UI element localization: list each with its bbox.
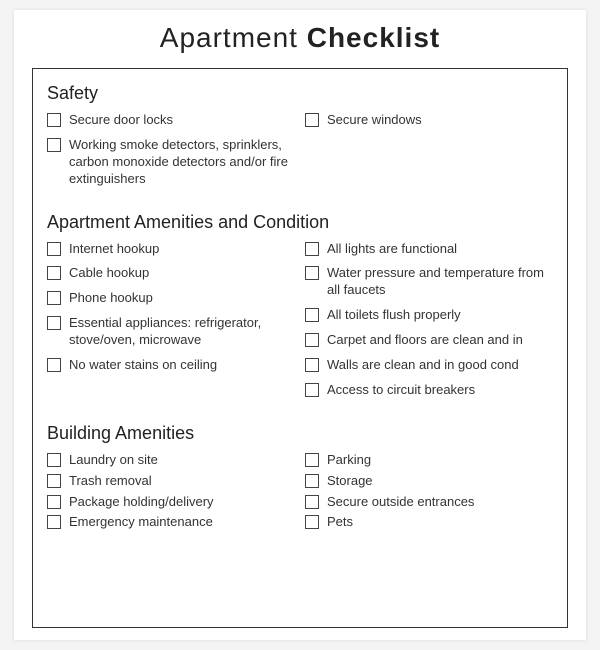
checklist-item: Water pressure and temperature from all …: [305, 265, 553, 299]
checklist-item: Pets: [305, 514, 553, 531]
checklist-item: Trash removal: [47, 473, 295, 490]
item-label: Phone hookup: [69, 290, 295, 307]
checkbox-icon[interactable]: [47, 138, 61, 152]
checkbox-icon[interactable]: [305, 515, 319, 529]
checklist-item: Phone hookup: [47, 290, 295, 307]
item-label: Laundry on site: [69, 452, 295, 469]
section-safety: Safety Secure door locks Working smoke d…: [47, 83, 553, 196]
checkbox-icon[interactable]: [47, 453, 61, 467]
checkbox-icon[interactable]: [47, 474, 61, 488]
item-label: Access to circuit breakers: [327, 382, 553, 399]
item-label: All lights are functional: [327, 241, 553, 258]
checkbox-icon[interactable]: [47, 358, 61, 372]
checklist-item: Storage: [305, 473, 553, 490]
checklist-item: Internet hookup: [47, 241, 295, 258]
checkbox-icon[interactable]: [305, 113, 319, 127]
item-label: Secure windows: [327, 112, 553, 129]
checkbox-icon[interactable]: [305, 266, 319, 280]
checkbox-icon[interactable]: [47, 242, 61, 256]
amenities-left-col: Internet hookup Cable hookup Phone hooku…: [47, 241, 295, 407]
amenities-right-col: All lights are functional Water pressure…: [305, 241, 553, 407]
checklist-container: Safety Secure door locks Working smoke d…: [32, 68, 568, 628]
item-label: Pets: [327, 514, 553, 531]
document-page: Apartment Checklist Safety Secure door l…: [14, 10, 586, 640]
checklist-item: Package holding/delivery: [47, 494, 295, 511]
checklist-item: Essential appliances: refrigerator, stov…: [47, 315, 295, 349]
item-label: Working smoke detectors, sprinklers, car…: [69, 137, 295, 188]
item-label: Package holding/delivery: [69, 494, 295, 511]
checklist-item: Working smoke detectors, sprinklers, car…: [47, 137, 295, 188]
section-title-building: Building Amenities: [47, 423, 553, 444]
checkbox-icon[interactable]: [47, 515, 61, 529]
checkbox-icon[interactable]: [47, 291, 61, 305]
checklist-item: Emergency maintenance: [47, 514, 295, 531]
building-right-col: Parking Storage Secure outside entrances…: [305, 452, 553, 536]
checkbox-icon[interactable]: [305, 495, 319, 509]
item-label: Parking: [327, 452, 553, 469]
building-left-col: Laundry on site Trash removal Package ho…: [47, 452, 295, 536]
checkbox-icon[interactable]: [47, 113, 61, 127]
checkbox-icon[interactable]: [305, 333, 319, 347]
item-label: Secure door locks: [69, 112, 295, 129]
checklist-item: All toilets flush properly: [305, 307, 553, 324]
safety-left-col: Secure door locks Working smoke detector…: [47, 112, 295, 196]
section-title-safety: Safety: [47, 83, 553, 104]
checkbox-icon[interactable]: [47, 266, 61, 280]
title-word-2: Checklist: [307, 22, 441, 53]
checklist-item: Parking: [305, 452, 553, 469]
item-label: Emergency maintenance: [69, 514, 295, 531]
item-label: Cable hookup: [69, 265, 295, 282]
checklist-item: Secure windows: [305, 112, 553, 129]
checklist-item: Walls are clean and in good cond: [305, 357, 553, 374]
checklist-item: No water stains on ceiling: [47, 357, 295, 374]
item-label: Walls are clean and in good cond: [327, 357, 553, 374]
checklist-item: Cable hookup: [47, 265, 295, 282]
title-word-1: Apartment: [160, 22, 298, 53]
section-amenities: Apartment Amenities and Condition Intern…: [47, 212, 553, 407]
item-label: Storage: [327, 473, 553, 490]
checkbox-icon[interactable]: [47, 316, 61, 330]
checkbox-icon[interactable]: [305, 383, 319, 397]
section-building: Building Amenities Laundry on site Trash…: [47, 423, 553, 536]
item-label: Carpet and floors are clean and in: [327, 332, 553, 349]
item-label: No water stains on ceiling: [69, 357, 295, 374]
checkbox-icon[interactable]: [305, 453, 319, 467]
checklist-item: Secure door locks: [47, 112, 295, 129]
item-label: All toilets flush properly: [327, 307, 553, 324]
item-label: Water pressure and temperature from all …: [327, 265, 553, 299]
checkbox-icon[interactable]: [305, 242, 319, 256]
item-label: Secure outside entrances: [327, 494, 553, 511]
item-label: Essential appliances: refrigerator, stov…: [69, 315, 295, 349]
checklist-item: Access to circuit breakers: [305, 382, 553, 399]
safety-right-col: Secure windows: [305, 112, 553, 196]
checkbox-icon[interactable]: [305, 358, 319, 372]
checklist-item: Carpet and floors are clean and in: [305, 332, 553, 349]
item-label: Trash removal: [69, 473, 295, 490]
section-title-amenities: Apartment Amenities and Condition: [47, 212, 553, 233]
checkbox-icon[interactable]: [305, 308, 319, 322]
checklist-item: Secure outside entrances: [305, 494, 553, 511]
checklist-item: Laundry on site: [47, 452, 295, 469]
page-title: Apartment Checklist: [32, 22, 568, 54]
item-label: Internet hookup: [69, 241, 295, 258]
checkbox-icon[interactable]: [305, 474, 319, 488]
checkbox-icon[interactable]: [47, 495, 61, 509]
checklist-item: All lights are functional: [305, 241, 553, 258]
